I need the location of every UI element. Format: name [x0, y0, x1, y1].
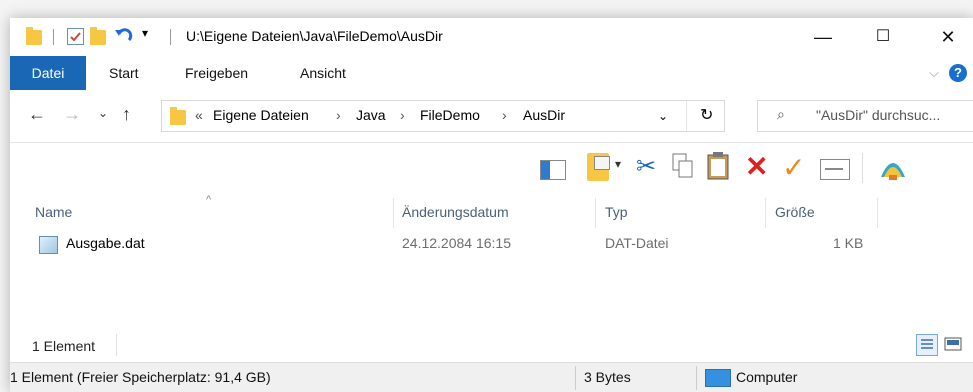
- column-name[interactable]: Name: [35, 204, 72, 220]
- search-icon: ⌕: [777, 106, 785, 122]
- cut-icon[interactable]: ✂: [636, 152, 656, 181]
- column-divider[interactable]: [877, 198, 878, 228]
- folder-icon: [170, 107, 186, 125]
- column-divider[interactable]: [393, 198, 394, 228]
- window-title: U:\Eigene Dateien\Java\FileDemo\AusDir: [186, 28, 443, 44]
- address-bar[interactable]: « Eigene Dateien › Java › FileDemo › Aus…: [161, 100, 725, 132]
- divider: [686, 101, 687, 131]
- footer-bar: 1 Element (Freier Speicherplatz: 91,4 GB…: [10, 362, 973, 392]
- item-count: 1 Element: [32, 338, 96, 354]
- address-history-icon[interactable]: ⌄: [658, 109, 668, 123]
- dropdown-arrow-icon[interactable]: ▾: [615, 157, 621, 171]
- up-icon[interactable]: ↑: [122, 104, 131, 125]
- breadcrumb-overflow[interactable]: «: [195, 107, 203, 123]
- shell-icon[interactable]: [878, 153, 908, 186]
- divider: [862, 153, 863, 183]
- rename-icon[interactable]: [820, 159, 850, 180]
- ribbon-tabs: Datei Start Freigeben Ansicht ⌵ ?: [10, 56, 973, 90]
- delete-icon[interactable]: ✕: [745, 150, 768, 183]
- column-modified[interactable]: Änderungsdatum: [402, 204, 509, 220]
- file-type: DAT-Datei: [605, 235, 669, 251]
- breadcrumb-ausdir[interactable]: AusDir: [523, 107, 565, 123]
- divider: [116, 334, 117, 356]
- breadcrumb-eigene-dateien[interactable]: Eigene Dateien: [213, 107, 309, 123]
- new-item-icon[interactable]: [587, 153, 610, 181]
- new-folder-icon[interactable]: [90, 27, 106, 45]
- properties-icon[interactable]: [67, 28, 84, 45]
- chevron-right-icon[interactable]: ›: [502, 107, 507, 123]
- help-icon[interactable]: ?: [949, 64, 967, 82]
- separator: [53, 29, 54, 45]
- computer-icon: [705, 369, 731, 387]
- column-divider[interactable]: [765, 198, 766, 228]
- copy-icon[interactable]: [672, 153, 694, 182]
- toolbar: ▾ ✂ ✕ ✓: [10, 143, 973, 198]
- selection-size: 3 Bytes: [584, 369, 631, 385]
- tab-ansicht[interactable]: Ansicht: [300, 56, 346, 90]
- details-view-icon[interactable]: [916, 334, 938, 356]
- breadcrumb-filedemo[interactable]: FileDemo: [420, 107, 480, 123]
- column-divider[interactable]: [595, 198, 596, 228]
- properties-check-icon[interactable]: ✓: [782, 151, 805, 184]
- search-box[interactable]: ⌕ "AusDir" durchsuc...: [757, 100, 973, 132]
- expand-ribbon-icon[interactable]: ⌵: [929, 65, 939, 81]
- divider: [575, 366, 576, 390]
- file-name: Ausgabe.dat: [66, 235, 145, 251]
- close-button[interactable]: ✕: [925, 18, 971, 56]
- recent-locations-icon[interactable]: ⌄: [98, 106, 108, 120]
- sort-ascending-icon: ^: [206, 194, 212, 206]
- title-bar: ▾ U:\Eigene Dateien\Java\FileDemo\AusDir…: [10, 18, 973, 56]
- free-space-text: 1 Element (Freier Speicherplatz: 91,4 GB…: [10, 369, 271, 385]
- large-icons-view-icon[interactable]: [944, 336, 962, 352]
- file-icon: [39, 236, 58, 254]
- location-label: Computer: [736, 369, 798, 385]
- folder-icon: [26, 27, 42, 45]
- customize-quick-access-icon[interactable]: ▾: [142, 26, 148, 40]
- refresh-icon[interactable]: ↻: [700, 105, 713, 125]
- file-size: 1 KB: [833, 235, 864, 251]
- tab-freigeben[interactable]: Freigeben: [185, 56, 248, 90]
- paste-icon[interactable]: [707, 152, 729, 183]
- chevron-right-icon[interactable]: ›: [400, 107, 405, 123]
- divider: [696, 366, 697, 390]
- search-placeholder: "AusDir" durchsuc...: [816, 107, 941, 123]
- forward-icon[interactable]: →: [63, 104, 81, 125]
- preview-pane-icon[interactable]: [540, 160, 566, 180]
- separator: [170, 29, 171, 45]
- column-headers: ^ Name Änderungsdatum Typ Größe: [10, 194, 973, 228]
- breadcrumb-java[interactable]: Java: [356, 107, 386, 123]
- back-icon[interactable]: ←: [28, 104, 46, 125]
- explorer-window: ▾ U:\Eigene Dateien\Java\FileDemo\AusDir…: [10, 18, 973, 392]
- column-type[interactable]: Typ: [605, 204, 628, 220]
- file-modified: 24.12.2084 16:15: [402, 235, 511, 251]
- tab-datei[interactable]: Datei: [10, 56, 86, 90]
- minimize-button[interactable]: —: [800, 18, 846, 56]
- navigation-bar: ← → ⌄ ↑ « Eigene Dateien › Java › FileDe…: [10, 90, 973, 143]
- column-size[interactable]: Größe: [775, 204, 815, 220]
- undo-icon[interactable]: [113, 26, 133, 49]
- status-bar: 1 Element: [10, 330, 973, 360]
- tab-start[interactable]: Start: [109, 56, 139, 90]
- table-row[interactable]: Ausgabe.dat 24.12.2084 16:15 DAT-Datei 1…: [10, 230, 973, 258]
- maximize-button[interactable]: ☐: [860, 18, 906, 56]
- chevron-right-icon[interactable]: ›: [336, 107, 341, 123]
